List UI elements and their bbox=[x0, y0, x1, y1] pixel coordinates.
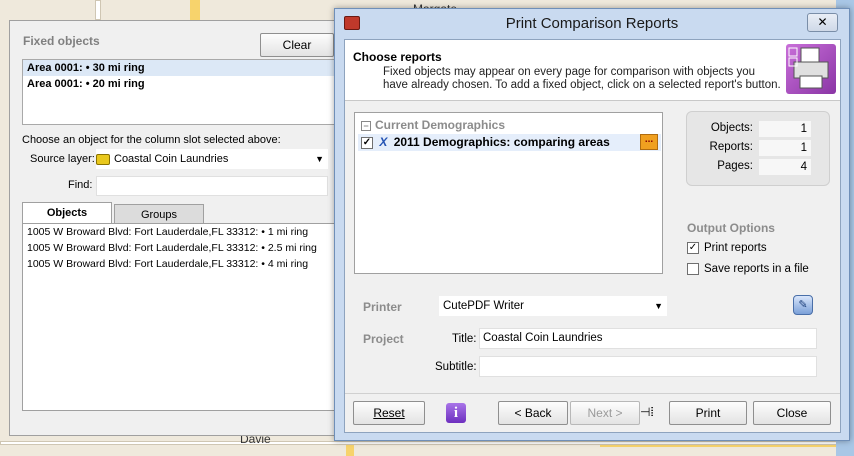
choose-object-label: Choose an object for the column slot sel… bbox=[22, 134, 281, 146]
tab-groups[interactable]: Groups bbox=[114, 204, 204, 225]
save-reports-option[interactable]: Save reports in a file bbox=[687, 263, 809, 275]
fixed-object-item[interactable]: Area 0001: • 20 mi ring bbox=[23, 76, 334, 92]
tab-objects[interactable]: Objects bbox=[22, 202, 112, 224]
find-input[interactable] bbox=[96, 176, 328, 196]
stats-panel: Objects: 1 Reports: 1 Pages: 4 bbox=[686, 111, 830, 186]
report-group-label: Current Demographics bbox=[375, 118, 506, 132]
printer-select[interactable]: CutePDF Writer ▼ bbox=[439, 296, 667, 316]
print-reports-checkbox[interactable]: ✓ bbox=[687, 242, 699, 254]
close-button[interactable]: Close bbox=[753, 401, 831, 425]
printer-icon bbox=[786, 44, 836, 94]
header-description: Fixed objects may appear on every page f… bbox=[383, 66, 781, 91]
fixed-objects-panel: Fixed objects Clear Area 0001: • 30 mi r… bbox=[9, 20, 346, 436]
list-item[interactable]: 1005 W Broward Blvd: Fort Lauderdale,FL … bbox=[23, 240, 334, 256]
collapse-icon[interactable]: − bbox=[361, 120, 371, 131]
project-label: Project bbox=[363, 332, 404, 346]
fixed-objects-title: Fixed objects bbox=[23, 34, 100, 48]
reports-stat-label: Reports: bbox=[709, 141, 753, 153]
reports-stat-value: 1 bbox=[759, 140, 811, 156]
report-label: 2011 Demographics: comparing areas bbox=[393, 135, 610, 149]
source-layer-select[interactable]: Coastal Coin Laundries ▼ bbox=[96, 149, 328, 169]
find-label: Find: bbox=[68, 179, 93, 191]
header-band: Choose reports Fixed objects may appear … bbox=[345, 40, 840, 101]
objects-stat-value: 1 bbox=[759, 121, 811, 137]
pages-stat-value: 4 bbox=[759, 159, 811, 175]
list-item[interactable]: 1005 W Broward Blvd: Fort Lauderdale,FL … bbox=[23, 224, 334, 240]
print-reports-label: Print reports bbox=[704, 242, 767, 255]
dialog-body: Choose reports Fixed objects may appear … bbox=[344, 39, 841, 433]
printer-setup-icon[interactable]: ✎ bbox=[793, 295, 813, 315]
printer-label: Printer bbox=[363, 300, 402, 314]
report-x-icon: X bbox=[379, 135, 388, 149]
header-title: Choose reports bbox=[353, 50, 442, 64]
subtitle-label: Subtitle: bbox=[435, 361, 477, 373]
source-layer-value: Coastal Coin Laundries bbox=[114, 153, 229, 165]
output-options-title: Output Options bbox=[687, 221, 775, 235]
save-reports-checkbox[interactable] bbox=[687, 263, 699, 275]
report-group-header[interactable]: − Current Demographics bbox=[358, 116, 661, 134]
print-reports-option[interactable]: ✓ Print reports bbox=[687, 242, 767, 254]
title-label: Title: bbox=[452, 333, 477, 345]
clear-button[interactable]: Clear bbox=[260, 33, 334, 57]
close-icon[interactable]: ✕ bbox=[807, 13, 838, 32]
printer-value: CutePDF Writer bbox=[443, 300, 524, 312]
chevron-down-icon: ▼ bbox=[315, 154, 324, 164]
back-button[interactable]: < Back bbox=[498, 401, 568, 425]
dialog-title: Print Comparison Reports bbox=[505, 15, 679, 32]
fixed-objects-list[interactable]: Area 0001: • 30 mi ring Area 0001: • 20 … bbox=[22, 59, 335, 125]
print-button[interactable]: Print bbox=[669, 401, 747, 425]
subtitle-input[interactable] bbox=[479, 356, 817, 377]
reports-tree[interactable]: − Current Demographics ✓ X 2011 Demograph… bbox=[354, 112, 663, 274]
save-reports-label: Save reports in a file bbox=[704, 263, 809, 276]
report-checkbox[interactable]: ✓ bbox=[361, 136, 373, 149]
title-input[interactable]: Coastal Coin Laundries bbox=[479, 328, 817, 349]
chevron-down-icon: ▼ bbox=[654, 301, 663, 311]
dialog-footer: Reset i < Back Next > ⊣ⵂ Print Close bbox=[345, 393, 840, 433]
list-item[interactable]: 1005 W Broward Blvd: Fort Lauderdale,FL … bbox=[23, 256, 334, 272]
objects-list[interactable]: 1005 W Broward Blvd: Fort Lauderdale,FL … bbox=[22, 223, 335, 411]
info-icon[interactable]: i bbox=[446, 403, 466, 423]
pages-stat-label: Pages: bbox=[717, 160, 753, 172]
next-button[interactable]: Next > bbox=[570, 401, 640, 425]
source-layer-label: Source layer: bbox=[30, 153, 95, 165]
reset-button[interactable]: Reset bbox=[353, 401, 425, 425]
report-options-button[interactable]: ... bbox=[640, 134, 658, 150]
objects-stat-label: Objects: bbox=[710, 122, 753, 134]
print-preview-icon[interactable]: ⊣ⵂ bbox=[640, 405, 654, 419]
print-comparison-dialog: Print Comparison Reports ✕ Choose report… bbox=[334, 8, 850, 441]
layer-icon bbox=[96, 153, 110, 165]
report-item[interactable]: ✓ X 2011 Demographics: comparing areas .… bbox=[358, 134, 661, 151]
fixed-object-item[interactable]: Area 0001: • 30 mi ring bbox=[23, 60, 334, 76]
